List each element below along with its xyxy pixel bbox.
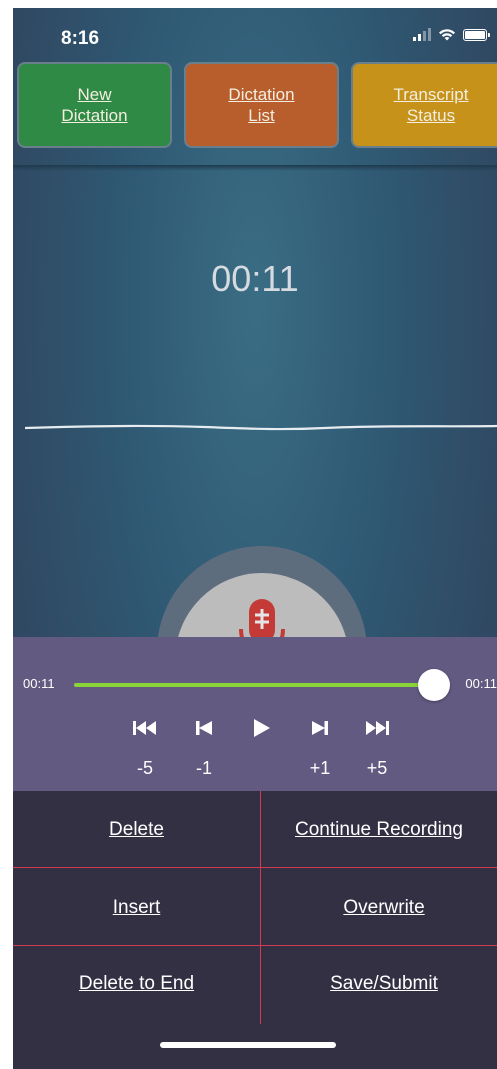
skip-forward-1-icon (312, 721, 328, 735)
playback-panel: 00:11 00:11 -5 -1 +1 +5 (13, 637, 497, 791)
actions-row-divider-1 (13, 867, 497, 868)
edit-actions-panel: Delete Continue Recording Insert Overwri… (13, 791, 497, 1069)
waveform (25, 424, 497, 431)
recording-timer: 00:11 (211, 258, 299, 299)
dictation-list-button[interactable]: Dictation List (184, 62, 339, 148)
continue-recording-button[interactable]: Continue Recording (261, 819, 497, 841)
play-button[interactable] (247, 715, 277, 741)
wifi-icon (439, 29, 455, 41)
status-bar: 8:16 (13, 8, 497, 60)
delete-button[interactable]: Delete (13, 819, 260, 841)
new-dictation-label: New Dictation (61, 85, 128, 125)
battery-icon (463, 28, 490, 41)
save-submit-button[interactable]: Save/Submit (261, 973, 497, 995)
play-icon (254, 719, 270, 737)
status-icons (413, 28, 490, 41)
transcript-status-label: Transcript Status (393, 85, 469, 125)
skip-forward-1-label: +1 (309, 758, 331, 778)
delete-to-end-button[interactable]: Delete to End (13, 973, 260, 995)
home-indicator[interactable] (160, 1042, 336, 1048)
signal-icon (413, 28, 431, 41)
skip-back-1-label: -1 (195, 758, 212, 778)
total-time: 00:11 (465, 676, 497, 691)
elapsed-time: 00:11 (23, 676, 55, 691)
skip-forward-5-icon (366, 721, 389, 735)
new-dictation-button[interactable]: New Dictation (17, 62, 172, 148)
transcript-status-button[interactable]: Transcript Status (351, 62, 497, 148)
skip-back-5-label: -5 (136, 758, 153, 778)
skip-forward-5-label: +5 (366, 758, 388, 778)
skip-back-1-button[interactable] (189, 715, 219, 741)
insert-button[interactable]: Insert (13, 897, 260, 919)
progress-track[interactable] (74, 683, 444, 687)
screen: 8:16 New Dictation Dictation List Transc… (13, 8, 497, 1069)
progress-thumb[interactable] (418, 669, 450, 701)
overwrite-button[interactable]: Overwrite (261, 897, 497, 919)
skip-back-5-icon (133, 721, 156, 735)
dictation-list-label: Dictation List (228, 85, 295, 125)
header-divider (13, 165, 497, 171)
skip-forward-5-button[interactable] (362, 715, 392, 741)
skip-forward-1-button[interactable] (305, 715, 335, 741)
status-time: 8:16 (61, 28, 100, 49)
skip-back-1-icon (196, 721, 212, 735)
skip-back-5-button[interactable] (130, 715, 160, 741)
actions-row-divider-2 (13, 945, 497, 946)
